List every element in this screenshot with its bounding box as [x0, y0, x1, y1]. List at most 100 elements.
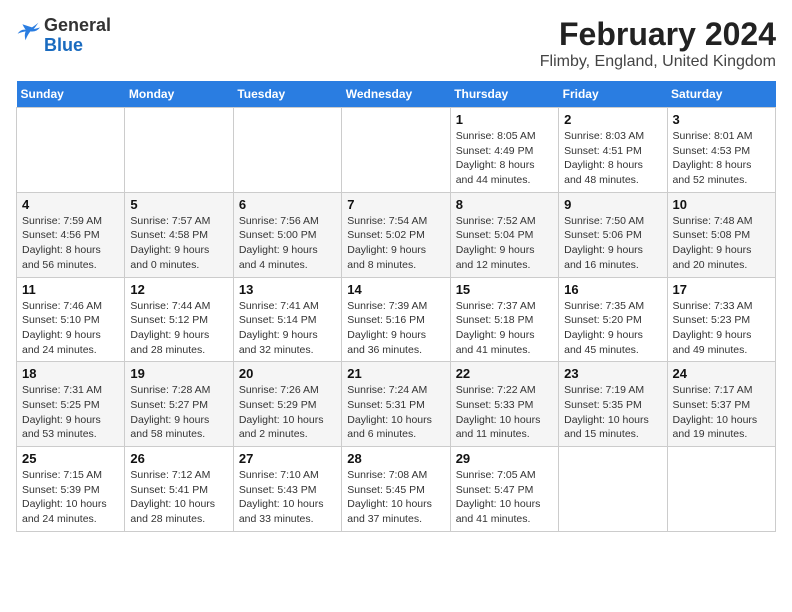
calendar-cell: 20 Sunrise: 7:26 AMSunset: 5:29 PMDayligh…	[233, 362, 341, 447]
day-info: Sunrise: 7:10 AMSunset: 5:43 PMDaylight:…	[239, 468, 336, 527]
day-number: 28	[347, 451, 444, 466]
calendar-cell: 10 Sunrise: 7:48 AMSunset: 5:08 PMDayligh…	[667, 192, 775, 277]
day-number: 10	[673, 197, 770, 212]
calendar-cell: 17Sunrise: 7:33 AMSunset: 5:23 PMDayligh…	[667, 277, 775, 362]
weekday-header-saturday: Saturday	[667, 81, 775, 108]
day-info: Sunrise: 7:17 AMSunset: 5:37 PMDaylight:…	[673, 383, 770, 442]
day-number: 24	[673, 366, 770, 381]
calendar-cell: 14 Sunrise: 7:39 AMSunset: 5:16 PMDayligh…	[342, 277, 450, 362]
day-info: Sunrise: 7:24 AMSunset: 5:31 PMDaylight:…	[347, 383, 444, 442]
calendar-cell	[125, 108, 233, 193]
calendar-cell: 13 Sunrise: 7:41 AMSunset: 5:14 PMDayligh…	[233, 277, 341, 362]
day-info: Sunrise: 7:52 AMSunset: 5:04 PMDaylight:…	[456, 214, 553, 273]
calendar-cell: 22 Sunrise: 7:22 AMSunset: 5:33 PMDayligh…	[450, 362, 558, 447]
day-info: Sunrise: 7:15 AMSunset: 5:39 PMDaylight:…	[22, 468, 119, 527]
calendar-cell	[233, 108, 341, 193]
day-info: Sunrise: 7:48 AMSunset: 5:08 PMDaylight:…	[673, 214, 770, 273]
day-info: Sunrise: 7:46 AMSunset: 5:10 PMDaylight:…	[22, 299, 119, 358]
day-info: Sunrise: 7:44 AMSunset: 5:12 PMDaylight:…	[130, 299, 227, 358]
weekday-header-wednesday: Wednesday	[342, 81, 450, 108]
day-info: Sunrise: 7:12 AMSunset: 5:41 PMDaylight:…	[130, 468, 227, 527]
calendar-cell: 1 Sunrise: 8:05 AMSunset: 4:49 PMDaylight…	[450, 108, 558, 193]
day-number: 25	[22, 451, 119, 466]
title-block: February 2024 Flimby, England, United Ki…	[540, 16, 776, 71]
calendar-header-row: SundayMondayTuesdayWednesdayThursdayFrid…	[17, 81, 776, 108]
day-number: 19	[130, 366, 227, 381]
calendar-cell: 19 Sunrise: 7:28 AMSunset: 5:27 PMDayligh…	[125, 362, 233, 447]
weekday-header-monday: Monday	[125, 81, 233, 108]
calendar-cell: 5Sunrise: 7:57 AMSunset: 4:58 PMDaylight…	[125, 192, 233, 277]
page-title: February 2024	[540, 16, 776, 53]
day-info: Sunrise: 8:03 AMSunset: 4:51 PMDaylight:…	[564, 129, 661, 188]
day-number: 2	[564, 112, 661, 127]
logo-general: General	[44, 15, 111, 35]
day-number: 1	[456, 112, 553, 127]
day-number: 14	[347, 282, 444, 297]
day-number: 7	[347, 197, 444, 212]
calendar-cell: 3 Sunrise: 8:01 AMSunset: 4:53 PMDaylight…	[667, 108, 775, 193]
day-number: 8	[456, 197, 553, 212]
day-number: 13	[239, 282, 336, 297]
calendar-cell: 25 Sunrise: 7:15 AMSunset: 5:39 PMDayligh…	[17, 447, 125, 532]
day-info: Sunrise: 7:26 AMSunset: 5:29 PMDaylight:…	[239, 383, 336, 442]
calendar-cell: 23Sunrise: 7:19 AMSunset: 5:35 PMDayligh…	[559, 362, 667, 447]
day-number: 12	[130, 282, 227, 297]
calendar-cell: 11 Sunrise: 7:46 AMSunset: 5:10 PMDayligh…	[17, 277, 125, 362]
day-number: 22	[456, 366, 553, 381]
day-number: 11	[22, 282, 119, 297]
day-info: Sunrise: 7:56 AMSunset: 5:00 PMDaylight:…	[239, 214, 336, 273]
day-number: 3	[673, 112, 770, 127]
calendar-cell: 8 Sunrise: 7:52 AMSunset: 5:04 PMDaylight…	[450, 192, 558, 277]
day-info: Sunrise: 8:01 AMSunset: 4:53 PMDaylight:…	[673, 129, 770, 188]
day-info: Sunrise: 7:31 AMSunset: 5:25 PMDaylight:…	[22, 383, 119, 442]
day-info: Sunrise: 7:39 AMSunset: 5:16 PMDaylight:…	[347, 299, 444, 358]
day-number: 18	[22, 366, 119, 381]
calendar-week-row: 18 Sunrise: 7:31 AMSunset: 5:25 PMDayligh…	[17, 362, 776, 447]
day-number: 4	[22, 197, 119, 212]
calendar-week-row: 11 Sunrise: 7:46 AMSunset: 5:10 PMDayligh…	[17, 277, 776, 362]
calendar-cell: 24 Sunrise: 7:17 AMSunset: 5:37 PMDayligh…	[667, 362, 775, 447]
day-info: Sunrise: 7:37 AMSunset: 5:18 PMDaylight:…	[456, 299, 553, 358]
calendar-cell	[342, 108, 450, 193]
calendar-cell: 2 Sunrise: 8:03 AMSunset: 4:51 PMDaylight…	[559, 108, 667, 193]
logo: General Blue	[16, 16, 111, 56]
calendar-cell	[667, 447, 775, 532]
weekday-header-friday: Friday	[559, 81, 667, 108]
calendar-week-row: 4 Sunrise: 7:59 AMSunset: 4:56 PMDaylight…	[17, 192, 776, 277]
day-info: Sunrise: 7:59 AMSunset: 4:56 PMDaylight:…	[22, 214, 119, 273]
calendar-cell	[559, 447, 667, 532]
day-number: 20	[239, 366, 336, 381]
day-info: Sunrise: 7:54 AMSunset: 5:02 PMDaylight:…	[347, 214, 444, 273]
day-number: 21	[347, 366, 444, 381]
day-info: Sunrise: 7:41 AMSunset: 5:14 PMDaylight:…	[239, 299, 336, 358]
calendar-cell: 27 Sunrise: 7:10 AMSunset: 5:43 PMDayligh…	[233, 447, 341, 532]
day-info: Sunrise: 7:50 AMSunset: 5:06 PMDaylight:…	[564, 214, 661, 273]
day-info: Sunrise: 7:35 AMSunset: 5:20 PMDaylight:…	[564, 299, 661, 358]
page-header: General Blue February 2024 Flimby, Engla…	[16, 16, 776, 71]
calendar-cell: 28 Sunrise: 7:08 AMSunset: 5:45 PMDayligh…	[342, 447, 450, 532]
day-info: Sunrise: 7:22 AMSunset: 5:33 PMDaylight:…	[456, 383, 553, 442]
day-number: 16	[564, 282, 661, 297]
day-number: 9	[564, 197, 661, 212]
calendar-cell: 26Sunrise: 7:12 AMSunset: 5:41 PMDayligh…	[125, 447, 233, 532]
weekday-header-sunday: Sunday	[17, 81, 125, 108]
day-number: 27	[239, 451, 336, 466]
day-info: Sunrise: 8:05 AMSunset: 4:49 PMDaylight:…	[456, 129, 553, 188]
page-subtitle: Flimby, England, United Kingdom	[540, 53, 776, 71]
logo-blue: Blue	[44, 35, 83, 55]
weekday-header-tuesday: Tuesday	[233, 81, 341, 108]
calendar-cell: 18 Sunrise: 7:31 AMSunset: 5:25 PMDayligh…	[17, 362, 125, 447]
day-info: Sunrise: 7:28 AMSunset: 5:27 PMDaylight:…	[130, 383, 227, 442]
calendar-cell: 6Sunrise: 7:56 AMSunset: 5:00 PMDaylight…	[233, 192, 341, 277]
day-info: Sunrise: 7:57 AMSunset: 4:58 PMDaylight:…	[130, 214, 227, 273]
calendar-table: SundayMondayTuesdayWednesdayThursdayFrid…	[16, 81, 776, 532]
logo-bird-icon	[16, 21, 40, 45]
day-number: 15	[456, 282, 553, 297]
calendar-cell: 15 Sunrise: 7:37 AMSunset: 5:18 PMDayligh…	[450, 277, 558, 362]
calendar-cell: 9 Sunrise: 7:50 AMSunset: 5:06 PMDaylight…	[559, 192, 667, 277]
day-info: Sunrise: 7:05 AMSunset: 5:47 PMDaylight:…	[456, 468, 553, 527]
calendar-cell: 21 Sunrise: 7:24 AMSunset: 5:31 PMDayligh…	[342, 362, 450, 447]
day-info: Sunrise: 7:33 AMSunset: 5:23 PMDaylight:…	[673, 299, 770, 358]
day-info: Sunrise: 7:08 AMSunset: 5:45 PMDaylight:…	[347, 468, 444, 527]
calendar-cell: 29Sunrise: 7:05 AMSunset: 5:47 PMDayligh…	[450, 447, 558, 532]
